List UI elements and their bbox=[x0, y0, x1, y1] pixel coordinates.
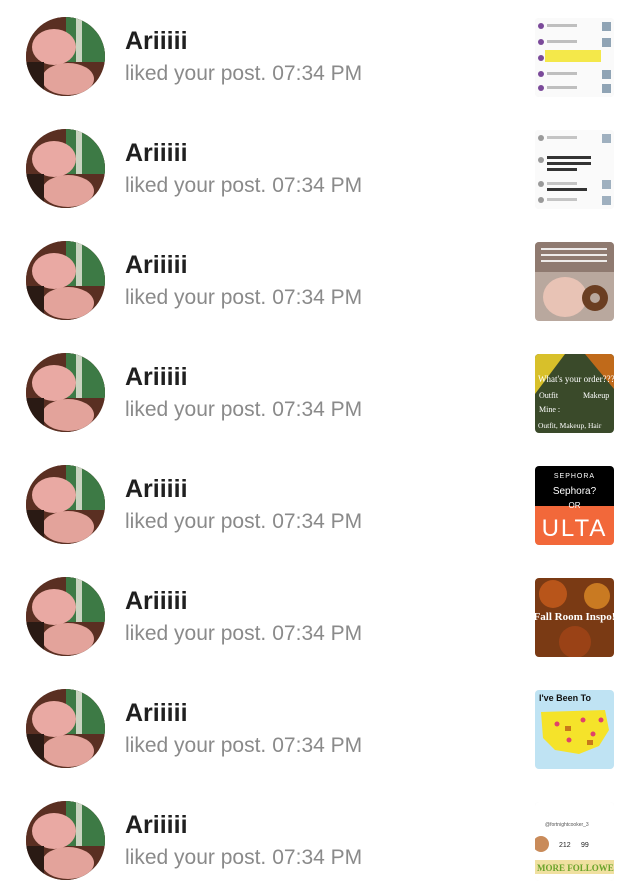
thumb-caption: Mine : bbox=[539, 405, 560, 414]
notification-row[interactable]: Ariiiii liked your post. 07:34 PM bbox=[0, 224, 640, 336]
thumb-caption: Sephora? bbox=[553, 486, 597, 497]
post-thumbnail[interactable]: @fortnightcooker_3 212 99 MORE FOLLOWERS bbox=[535, 802, 614, 881]
thumb-caption: OR bbox=[569, 501, 581, 510]
username[interactable]: Ariiiii bbox=[125, 587, 188, 616]
notification-row[interactable]: Ariiiii liked your post. 07:34 PM Fall Ro… bbox=[0, 560, 640, 672]
avatar[interactable] bbox=[26, 465, 105, 544]
thumb-caption: MORE FOLLOWERS bbox=[537, 863, 614, 873]
username[interactable]: Ariiiii bbox=[125, 475, 188, 504]
notification-row[interactable]: Ariiiii liked your post. 07:34 PM What's … bbox=[0, 336, 640, 448]
timestamp: 07:34 PM bbox=[272, 286, 363, 309]
notification-text: liked your post. 07:34 PM bbox=[125, 734, 362, 758]
notification-text: liked your post. 07:34 PM bbox=[125, 846, 362, 870]
post-thumbnail[interactable]: Fall Room Inspo! bbox=[535, 578, 614, 657]
timestamp: 07:34 PM bbox=[272, 398, 363, 421]
username[interactable]: Ariiiii bbox=[125, 811, 188, 840]
username[interactable]: Ariiiii bbox=[125, 27, 188, 56]
notification-row[interactable]: Ariiiii liked your post. 07:34 PM SEPHORA… bbox=[0, 448, 640, 560]
action-text: liked your post. bbox=[125, 62, 267, 85]
thumb-caption: Makeup bbox=[583, 391, 609, 400]
post-thumbnail[interactable] bbox=[535, 18, 614, 97]
timestamp: 07:34 PM bbox=[272, 174, 363, 197]
username[interactable]: Ariiiii bbox=[125, 139, 188, 168]
timestamp: 07:34 PM bbox=[272, 734, 363, 757]
action-text: liked your post. bbox=[125, 510, 267, 533]
notification-text: liked your post. 07:34 PM bbox=[125, 510, 362, 534]
timestamp: 07:34 PM bbox=[272, 62, 363, 85]
username[interactable]: Ariiiii bbox=[125, 363, 188, 392]
username[interactable]: Ariiiii bbox=[125, 699, 188, 728]
action-text: liked your post. bbox=[125, 398, 267, 421]
notification-text: liked your post. 07:34 PM bbox=[125, 62, 362, 86]
avatar[interactable] bbox=[26, 353, 105, 432]
post-thumbnail[interactable]: SEPHORA Sephora? OR ULTA bbox=[535, 466, 614, 545]
action-text: liked your post. bbox=[125, 734, 267, 757]
thumb-caption: What's your order??? bbox=[538, 374, 614, 384]
thumb-caption: ULTA bbox=[542, 515, 608, 542]
notification-row[interactable]: Ariiiii liked your post. 07:34 PM bbox=[0, 112, 640, 224]
thumb-caption: SEPHORA bbox=[554, 473, 595, 480]
avatar[interactable] bbox=[26, 17, 105, 96]
thumb-caption: Outfit bbox=[539, 391, 559, 400]
post-thumbnail[interactable] bbox=[535, 242, 614, 321]
action-text: liked your post. bbox=[125, 174, 267, 197]
timestamp: 07:34 PM bbox=[272, 510, 363, 533]
action-text: liked your post. bbox=[125, 286, 267, 309]
avatar[interactable] bbox=[26, 129, 105, 208]
post-thumbnail[interactable] bbox=[535, 130, 614, 209]
notification-text: liked your post. 07:34 PM bbox=[125, 622, 362, 646]
avatar[interactable] bbox=[26, 577, 105, 656]
post-thumbnail[interactable]: I've Been To bbox=[535, 690, 614, 769]
thumb-caption: 99 bbox=[581, 842, 589, 849]
thumb-caption: 212 bbox=[559, 842, 571, 849]
action-text: liked your post. bbox=[125, 846, 267, 869]
notification-row[interactable]: Ariiiii liked your post. 07:34 PM I've Be… bbox=[0, 672, 640, 784]
timestamp: 07:34 PM bbox=[272, 846, 363, 869]
notification-row[interactable]: Ariiiii liked your post. 07:34 PM @fortni… bbox=[0, 784, 640, 896]
notification-text: liked your post. 07:34 PM bbox=[125, 398, 362, 422]
timestamp: 07:34 PM bbox=[272, 622, 363, 645]
notification-text: liked your post. 07:34 PM bbox=[125, 174, 362, 198]
notification-row[interactable]: Ariiiii liked your post. 07:34 PM bbox=[0, 0, 640, 112]
notification-text: liked your post. 07:34 PM bbox=[125, 286, 362, 310]
thumb-caption: Fall Room Inspo! bbox=[535, 611, 614, 623]
avatar[interactable] bbox=[26, 689, 105, 768]
thumb-caption: @fortnightcooker_3 bbox=[545, 822, 589, 828]
post-thumbnail[interactable]: What's your order??? Outfit Makeup Mine … bbox=[535, 354, 614, 433]
username[interactable]: Ariiiii bbox=[125, 251, 188, 280]
avatar[interactable] bbox=[26, 801, 105, 880]
avatar[interactable] bbox=[26, 241, 105, 320]
thumb-caption: Outfit, Makeup, Hair bbox=[538, 421, 602, 430]
thumb-caption: I've Been To bbox=[539, 693, 591, 703]
action-text: liked your post. bbox=[125, 622, 267, 645]
